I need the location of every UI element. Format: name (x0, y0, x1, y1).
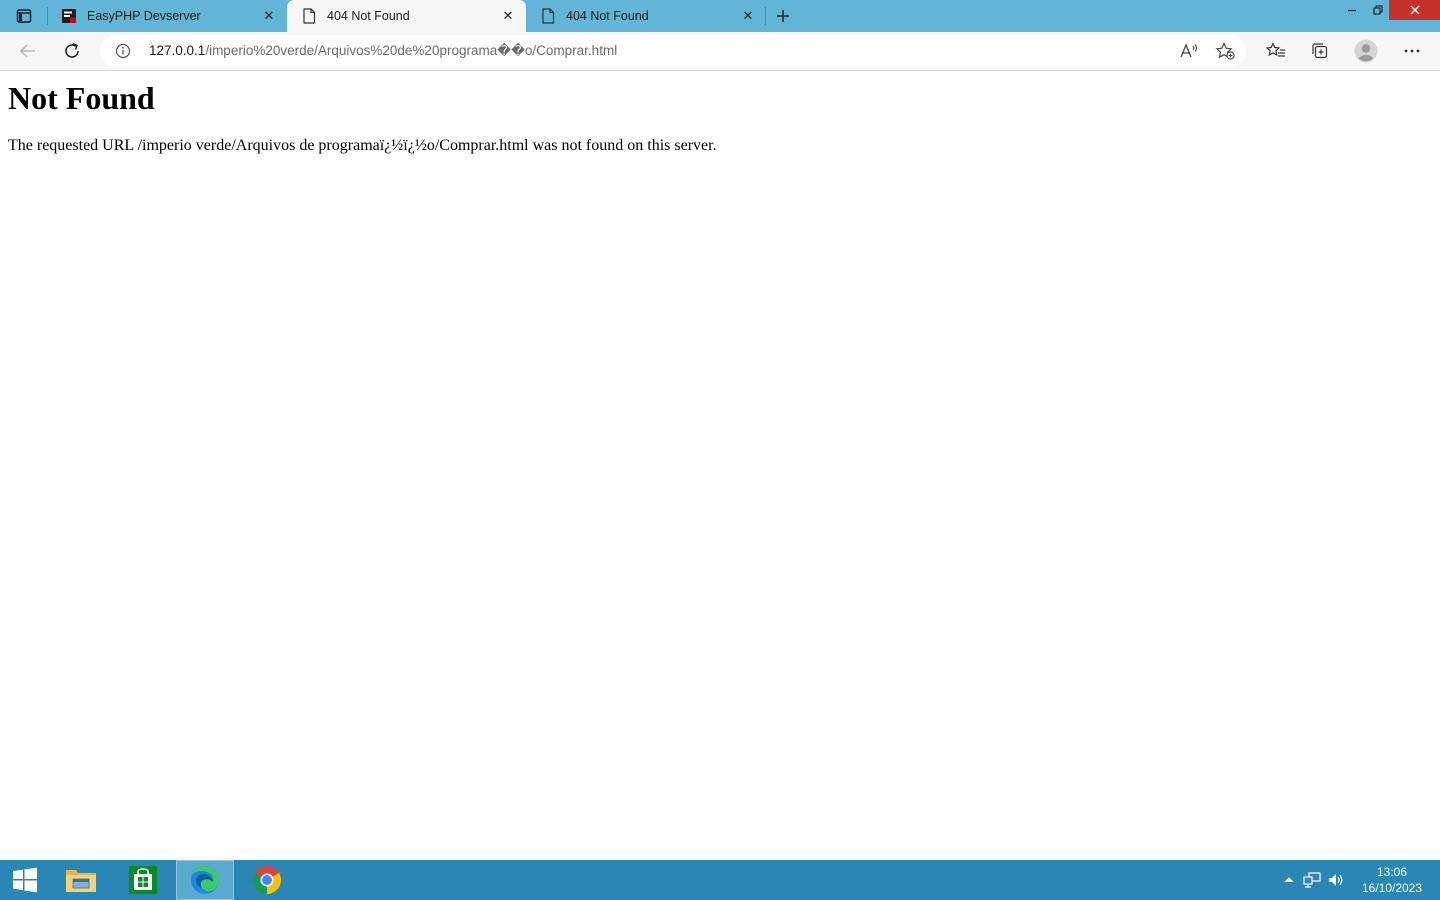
network-icon (1303, 872, 1321, 888)
taskbar-file-explorer[interactable] (52, 860, 110, 900)
edge-icon (191, 866, 219, 894)
tab-404[interactable]: 404 Not Found ✕ (526, 0, 766, 32)
collections-button[interactable] (1304, 35, 1336, 67)
chevron-up-icon (1284, 877, 1294, 883)
add-favorite-button[interactable] (1212, 39, 1238, 63)
address-bar[interactable]: 127.0.0.1/imperio%20verde/Arquivos%20de%… (100, 35, 1246, 67)
clock-time: 13:06 (1376, 865, 1408, 879)
refresh-icon (65, 43, 79, 58)
tab-title: 404 Not Found (327, 9, 410, 23)
read-aloud-icon (1180, 43, 1198, 58)
plus-icon (777, 10, 789, 22)
close-tab-icon[interactable]: ✕ (257, 4, 281, 28)
restore-icon (1373, 5, 1383, 15)
read-aloud-button[interactable] (1176, 39, 1202, 63)
taskbar-store[interactable] (114, 860, 172, 900)
close-tab-icon[interactable]: ✕ (496, 4, 520, 28)
page-title: Not Found (8, 80, 155, 116)
favorites-button[interactable] (1260, 35, 1292, 67)
close-tab-icon[interactable]: ✕ (736, 4, 760, 28)
more-dots-icon (1404, 49, 1420, 53)
minimize-icon (1348, 9, 1356, 12)
page-content: Not Found The requested URL /imperio ver… (0, 71, 1440, 860)
collections-icon (1312, 43, 1328, 59)
tab-404-active[interactable]: 404 Not Found ✕ (287, 0, 526, 32)
show-hidden-icons-button[interactable] (1279, 870, 1299, 890)
url-host: 127.0.0.1 (149, 43, 206, 58)
url-text[interactable]: 127.0.0.1/imperio%20verde/Arquivos%20de%… (149, 35, 617, 67)
star-add-icon (1215, 42, 1235, 60)
back-arrow-icon (19, 44, 35, 58)
page-icon (301, 8, 317, 24)
settings-more-button[interactable] (1396, 35, 1428, 67)
error-message: The requested URL /imperio verde/Arquivo… (8, 137, 717, 154)
browser-toolbar: 127.0.0.1/imperio%20verde/Arquivos%20de%… (0, 32, 1440, 71)
window-close-button[interactable] (1389, 0, 1440, 20)
tab-strip: EasyPHP Devserver ✕ 404 Not Found ✕ 404 … (0, 0, 1440, 32)
avatar-icon (1354, 39, 1378, 63)
store-icon (129, 866, 157, 894)
favorites-icon (1266, 42, 1285, 57)
speaker-icon (1329, 874, 1343, 886)
taskbar: 13:06 16/10/2023 (0, 860, 1440, 900)
refresh-button[interactable] (56, 35, 88, 67)
tab-separator (765, 7, 766, 25)
file-explorer-icon (66, 870, 96, 892)
close-icon (1410, 5, 1419, 15)
volume-tray-button[interactable] (1326, 870, 1346, 890)
taskbar-chrome[interactable] (238, 860, 296, 900)
tab-title: EasyPHP Devserver (87, 9, 201, 23)
tab-title: 404 Not Found (566, 9, 649, 23)
easyphp-icon (61, 8, 77, 24)
windows-start-icon (13, 867, 37, 893)
clock-date: 16/10/2023 (1361, 881, 1423, 895)
page-icon (540, 8, 556, 24)
start-button[interactable] (0, 860, 50, 900)
tab-easyphp[interactable]: EasyPHP Devserver ✕ (47, 0, 287, 32)
profile-button[interactable] (1350, 35, 1382, 67)
tab-actions-icon (16, 9, 32, 23)
back-button[interactable] (12, 35, 44, 67)
taskbar-edge[interactable] (176, 860, 234, 900)
chrome-icon (253, 866, 281, 894)
tab-actions-button[interactable] (8, 4, 40, 28)
site-info-icon[interactable] (114, 42, 132, 60)
url-path: /imperio%20verde/Arquivos%20de%20program… (205, 43, 618, 58)
new-tab-button[interactable] (770, 4, 796, 28)
taskbar-clock[interactable]: 13:06 16/10/2023 (1352, 864, 1432, 896)
network-tray-button[interactable] (1302, 870, 1322, 890)
